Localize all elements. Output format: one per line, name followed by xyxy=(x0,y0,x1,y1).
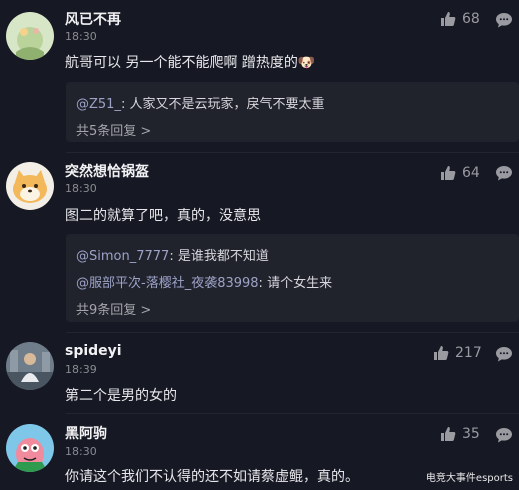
watermark: 电竞大事件esports xyxy=(425,473,513,484)
reply-text: 是谁我都不知道 xyxy=(177,249,269,264)
username[interactable]: 突然想恰锅盔 xyxy=(65,161,149,181)
comment-bubble-icon[interactable] xyxy=(495,165,513,181)
avatar[interactable] xyxy=(6,162,54,210)
like-button[interactable]: 68 xyxy=(440,11,480,27)
divider xyxy=(66,413,519,414)
avatar[interactable] xyxy=(6,12,54,60)
reply-mention[interactable]: @Simon_7777 xyxy=(76,249,169,264)
comment-text: 你请这个我们不认得的还不如请蔡虚鲲，真的。 xyxy=(65,469,359,485)
comment-bubble-icon[interactable] xyxy=(495,346,513,362)
reply-preview-box: @Simon_7777: 是谁我都不知道 @服部平次-落樱社_夜袭83998: … xyxy=(66,234,519,322)
thumbs-up-icon xyxy=(440,165,456,181)
like-count: 217 xyxy=(455,345,482,361)
thumbs-up-icon xyxy=(440,426,456,442)
thumbs-up-icon xyxy=(433,345,449,361)
comment-text: 航哥可以 另一个能不能爬啊 蹭热度的🐶 xyxy=(65,55,316,71)
comment-bubble-icon[interactable] xyxy=(495,427,513,443)
username[interactable]: 黑阿驹 xyxy=(65,423,107,443)
divider xyxy=(66,332,519,333)
reply-text: 人家又不是云玩家，戾气不要太重 xyxy=(129,97,325,112)
comment-text: 第二个是男的女的 xyxy=(65,388,177,404)
like-count: 35 xyxy=(462,426,480,442)
avatar[interactable] xyxy=(6,342,54,390)
username[interactable]: 风已不再 xyxy=(65,9,121,29)
avatar[interactable] xyxy=(6,424,54,472)
comment-bubble-icon[interactable] xyxy=(495,12,513,28)
like-button[interactable]: 64 xyxy=(440,165,480,181)
reply-mention[interactable]: @服部平次-落樱社_夜袭83998 xyxy=(76,276,259,291)
username[interactable]: spideyi xyxy=(65,343,122,359)
reply-mention[interactable]: @Z51_ xyxy=(76,97,121,112)
comment-time: 18:30 xyxy=(65,30,97,43)
comment-time: 18:39 xyxy=(65,363,97,376)
reply-preview[interactable]: @Simon_7777: 是谁我都不知道 xyxy=(76,245,269,264)
reply-preview-box: @Z51_: 人家又不是云玩家，戾气不要太重 共5条回复 > xyxy=(66,82,519,142)
like-count: 68 xyxy=(462,11,480,27)
thumbs-up-icon xyxy=(440,11,456,27)
reply-preview[interactable]: @Z51_: 人家又不是云玩家，戾气不要太重 xyxy=(76,93,324,112)
like-button[interactable]: 35 xyxy=(440,426,480,442)
divider xyxy=(66,152,519,153)
comment-text: 图二的就算了吧，真的，没意思 xyxy=(65,208,261,224)
like-count: 64 xyxy=(462,165,480,181)
comment-time: 18:30 xyxy=(65,445,97,458)
reply-text: 请个女生来 xyxy=(267,276,333,291)
like-button[interactable]: 217 xyxy=(433,345,482,361)
reply-preview[interactable]: @服部平次-落樱社_夜袭83998: 请个女生来 xyxy=(76,272,332,291)
view-more-replies-link[interactable]: 共9条回复 > xyxy=(76,299,151,318)
view-more-replies-link[interactable]: 共5条回复 > xyxy=(76,120,151,139)
comment-time: 18:30 xyxy=(65,182,97,195)
